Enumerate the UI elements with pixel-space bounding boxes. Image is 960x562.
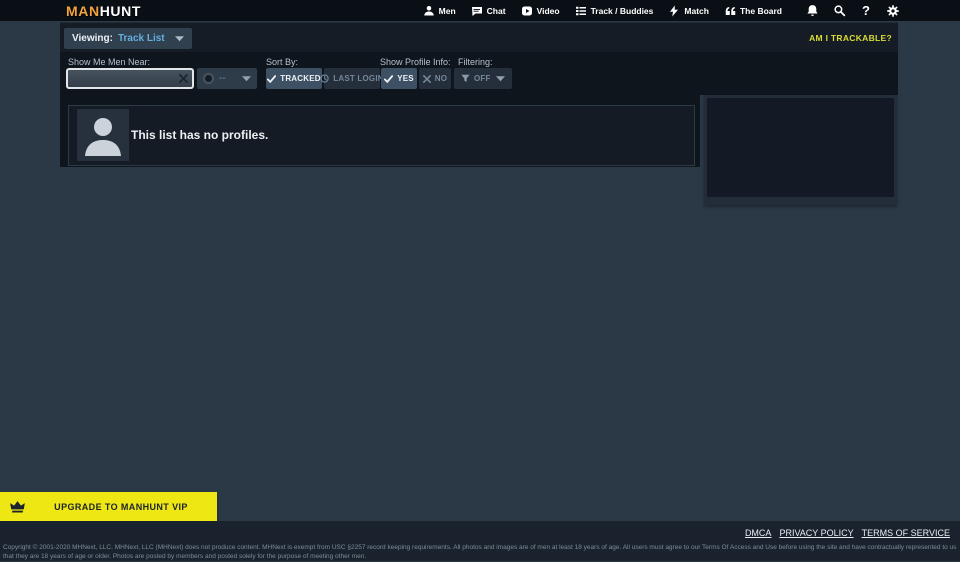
chevron-down-icon [175, 36, 184, 42]
show-me-men-near-label: Show Me Men Near: [68, 57, 150, 67]
sort-tracked-label: TRACKED [280, 74, 321, 83]
location-select-value: -- [219, 73, 226, 84]
nav-item-video[interactable]: Video [521, 5, 560, 17]
filter-bar: Show Me Men Near: Sort By: Show Profile … [60, 52, 898, 95]
check-icon [384, 75, 393, 83]
nav-label: Men [439, 6, 456, 16]
side-panel [704, 95, 897, 205]
sort-by-label: Sort By: [266, 57, 298, 67]
sort-last-login-button[interactable]: LAST LOGIN [324, 68, 380, 89]
top-icon-bar: ? [805, 4, 900, 18]
footer-links: DMCA PRIVACY POLICY TERMS OF SERVICE [745, 528, 950, 538]
chat-icon [471, 5, 483, 17]
help-glyph: ? [862, 4, 870, 17]
top-bar: MANHUNT Men Chat Video Track / Buddies [0, 0, 960, 21]
nav-item-match[interactable]: Match [668, 5, 709, 17]
nav-item-chat[interactable]: Chat [471, 5, 506, 17]
filtering-select-value: OFF [474, 74, 491, 83]
x-icon [423, 75, 431, 83]
men-icon [423, 5, 435, 17]
copyright-text: Copyright © 2001-2020 MHNext, LLC. MHNex… [3, 543, 957, 562]
logo-text-hunt: HUNT [100, 3, 141, 19]
filter-funnel-icon [461, 74, 470, 83]
location-select[interactable]: -- [197, 68, 257, 89]
crown-icon [10, 499, 25, 514]
filtering-select[interactable]: OFF [454, 68, 512, 89]
clock-icon [320, 74, 329, 83]
am-i-trackable-link[interactable]: AM I TRACKABLE? [809, 33, 892, 43]
empty-list-box: This list has no profiles. [68, 105, 695, 166]
help-icon[interactable]: ? [859, 4, 873, 18]
the-board-icon [724, 5, 736, 17]
nav-item-men[interactable]: Men [423, 5, 456, 17]
manhunt-logo[interactable]: MANHUNT [66, 3, 141, 19]
empty-list-message: This list has no profiles. [131, 128, 268, 142]
check-icon [267, 75, 276, 83]
search-icon[interactable] [832, 4, 846, 18]
track-list-panel: This list has no profiles. [60, 95, 700, 167]
top-nav: Men Chat Video Track / Buddies Match [423, 4, 900, 18]
viewing-value: Track List [118, 33, 165, 44]
viewing-select[interactable]: Viewing: Track List [64, 28, 192, 49]
show-profile-info-label: Show Profile Info: [380, 57, 451, 67]
upgrade-vip-button[interactable]: UPGRADE TO MANHUNT VIP [0, 492, 217, 521]
logo-text-man: MAN [66, 3, 100, 19]
profile-info-yes-button[interactable]: YES [381, 68, 417, 89]
profile-info-no-button[interactable]: NO [419, 68, 451, 89]
profile-info-yes-label: YES [397, 74, 414, 83]
viewing-label: Viewing: [72, 33, 113, 44]
chevron-down-icon [242, 76, 251, 82]
nav-item-track-buddies[interactable]: Track / Buddies [575, 5, 654, 17]
footer: DMCA PRIVACY POLICY TERMS OF SERVICE Cop… [0, 521, 960, 561]
upgrade-vip-label: UPGRADE TO MANHUNT VIP [25, 502, 217, 512]
sort-last-login-label: LAST LOGIN [333, 74, 383, 83]
terms-of-service-link[interactable]: TERMS OF SERVICE [862, 528, 950, 538]
side-panel-content [707, 98, 894, 197]
sort-tracked-button[interactable]: TRACKED [266, 68, 322, 89]
nav-item-the-board[interactable]: The Board [724, 5, 782, 17]
dmca-link[interactable]: DMCA [745, 528, 772, 538]
match-icon [668, 5, 680, 17]
location-search-input[interactable] [72, 73, 179, 84]
privacy-policy-link[interactable]: PRIVACY POLICY [779, 528, 853, 538]
nav-label: Match [684, 6, 709, 16]
nav-label: Chat [487, 6, 506, 16]
clear-input-icon[interactable] [179, 74, 188, 83]
settings-gear-icon[interactable] [886, 4, 900, 18]
avatar-placeholder-icon [77, 109, 129, 161]
nav-label: Track / Buddies [591, 6, 654, 16]
track-buddies-icon [575, 5, 587, 17]
location-search-field [66, 68, 194, 89]
video-icon [521, 5, 533, 17]
filtering-label: Filtering: [458, 57, 493, 67]
nav-label: The Board [740, 6, 782, 16]
profile-info-no-label: NO [435, 74, 447, 83]
bell-icon[interactable] [805, 4, 819, 18]
location-circle-icon [203, 73, 214, 84]
nav-label: Video [537, 6, 560, 16]
toolbar: Viewing: Track List AM I TRACKABLE? [60, 22, 898, 52]
chevron-down-icon [496, 76, 505, 82]
